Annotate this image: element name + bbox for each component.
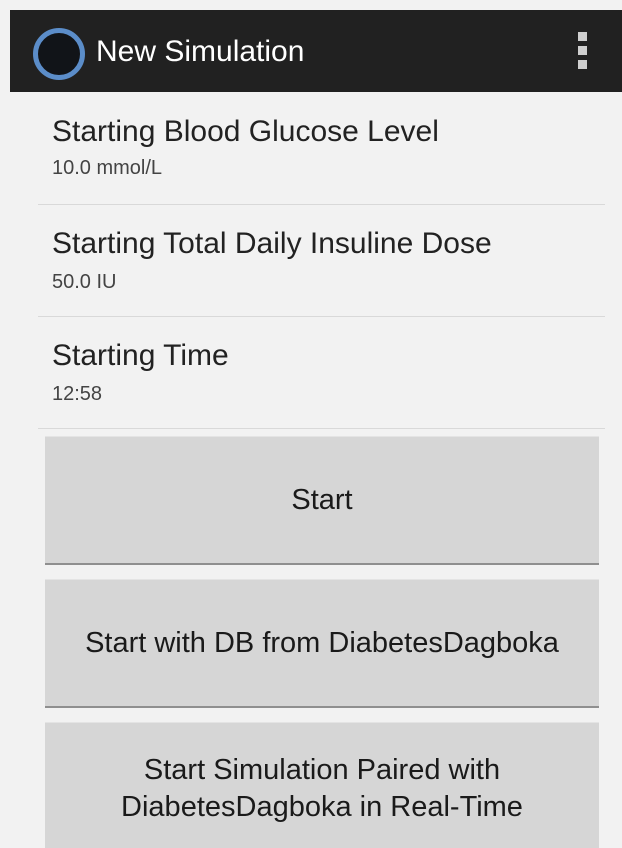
pref-summary: 10.0 mmol/L	[52, 157, 163, 179]
overflow-menu-icon[interactable]	[566, 26, 602, 76]
start-paired-label-line1: Start Simulation Paired with	[143, 754, 501, 786]
pref-title: Starting Total Daily Insuline Dose	[52, 227, 492, 260]
pref-starting-time[interactable]: Starting Time 12:58	[10, 316, 622, 428]
pref-summary: 50.0 IU	[52, 271, 117, 293]
page-title: New Simulation	[96, 35, 305, 68]
start-button-label: Start	[291, 483, 353, 516]
pref-starting-daily-insulin-dose[interactable]: Starting Total Daily Insuline Dose 50.0 …	[10, 204, 622, 316]
pref-title: Starting Blood Glucose Level	[52, 115, 439, 148]
start-paired-label-line2: DiabetesDagboka in Real-Time	[121, 791, 523, 823]
pref-summary: 12:58	[52, 383, 103, 405]
start-paired-button-label: Start Simulation Paired with DiabetesDag…	[121, 752, 523, 826]
start-button[interactable]: Start	[45, 436, 599, 565]
start-paired-realtime-button[interactable]: Start Simulation Paired with DiabetesDag…	[45, 722, 599, 848]
divider	[38, 428, 605, 429]
pref-starting-blood-glucose[interactable]: Starting Blood Glucose Level 10.0 mmol/L	[10, 92, 622, 204]
action-bar: New Simulation	[10, 10, 622, 92]
app-icon[interactable]	[33, 28, 85, 80]
screen: New Simulation Starting Blood Glucose Le…	[0, 0, 622, 848]
start-with-db-button[interactable]: Start with DB from DiabetesDagboka	[45, 579, 599, 708]
start-with-db-button-label: Start with DB from DiabetesDagboka	[85, 626, 559, 659]
pref-title: Starting Time	[52, 339, 229, 372]
